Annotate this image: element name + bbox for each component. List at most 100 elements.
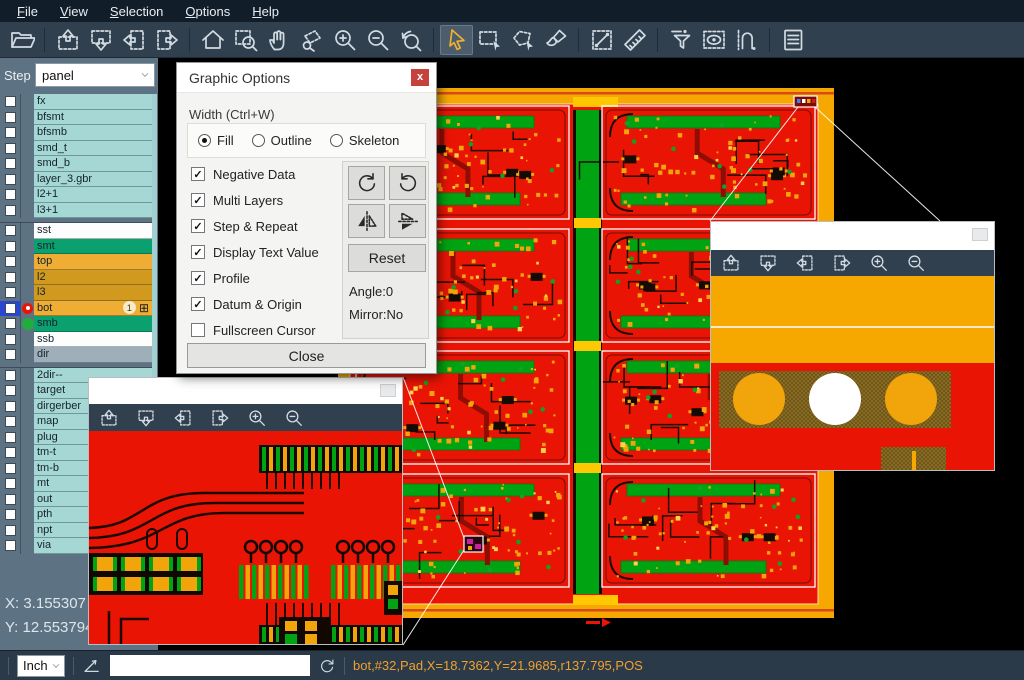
page-left-button[interactable]: [173, 408, 193, 428]
unit-select[interactable]: Inch: [17, 655, 65, 677]
page-down-button[interactable]: [758, 253, 778, 273]
menu-file[interactable]: File: [6, 2, 49, 21]
page-left-button[interactable]: [117, 25, 150, 55]
layer-item-layer-3-gbr[interactable]: layer_3.gbr: [34, 172, 152, 188]
rotate-cw-button[interactable]: [348, 166, 385, 200]
snap-button[interactable]: [730, 25, 763, 55]
layer-checkbox[interactable]: [5, 256, 16, 267]
flip-v-button[interactable]: [389, 204, 426, 238]
menu-selection[interactable]: Selection: [99, 2, 174, 21]
layer-checkbox[interactable]: [5, 540, 16, 551]
checkbox-profile[interactable]: ✓Profile: [191, 269, 250, 287]
checkbox-datum-origin[interactable]: ✓Datum & Origin: [191, 295, 302, 313]
polygon-select-button[interactable]: [506, 25, 539, 55]
rect-select-button[interactable]: [473, 25, 506, 55]
zoom-previous-button[interactable]: [394, 25, 427, 55]
layer-item-l3[interactable]: l3: [34, 285, 152, 301]
radio-outline[interactable]: Outline: [252, 133, 312, 148]
inset-pcb-view[interactable]: [89, 431, 402, 644]
open-folder-button[interactable]: [5, 25, 38, 55]
step-select[interactable]: panel: [35, 63, 155, 87]
page-up-button[interactable]: [99, 408, 119, 428]
layer-checkbox[interactable]: [5, 158, 16, 169]
layers-form-button[interactable]: [776, 25, 809, 55]
layer-item-fx[interactable]: fx: [34, 94, 152, 110]
layer-checkbox[interactable]: [5, 478, 16, 489]
rotate-ccw-button[interactable]: [389, 166, 426, 200]
layer-item-top[interactable]: top: [34, 254, 152, 270]
view-options-button[interactable]: [697, 25, 730, 55]
menu-view[interactable]: View: [49, 2, 99, 21]
brush-button[interactable]: [539, 25, 572, 55]
zoom-in-button[interactable]: [328, 25, 361, 55]
layer-checkbox[interactable]: [5, 385, 16, 396]
layer-item-bfsmb[interactable]: bfsmb: [34, 125, 152, 141]
layer-checkbox[interactable]: [5, 416, 16, 427]
layer-checkbox[interactable]: [5, 432, 16, 443]
layer-checkbox[interactable]: [5, 509, 16, 520]
select-cursor-button[interactable]: [440, 25, 473, 55]
layer-item-dir[interactable]: dir: [34, 347, 152, 363]
layer-item-bfsmt[interactable]: bfsmt: [34, 110, 152, 126]
checkbox-multi-layers[interactable]: ✓Multi Layers: [191, 191, 283, 209]
filter-button[interactable]: [664, 25, 697, 55]
layer-checkbox[interactable]: [5, 370, 16, 381]
layer-item-ssb[interactable]: ssb: [34, 332, 152, 348]
layer-item-sst[interactable]: sst: [34, 223, 152, 239]
page-up-button[interactable]: [721, 253, 741, 273]
layer-checkbox[interactable]: [5, 303, 16, 314]
layer-item-l2-1[interactable]: l2+1: [34, 187, 152, 203]
zoom-in-button[interactable]: [869, 253, 889, 273]
inset-window-button[interactable]: [380, 384, 396, 397]
zoom-window-button[interactable]: [229, 25, 262, 55]
pan-hand-button[interactable]: [262, 25, 295, 55]
layer-checkbox[interactable]: [5, 189, 16, 200]
layer-checkbox[interactable]: [5, 401, 16, 412]
checkbox-display-text-value[interactable]: ✓Display Text Value: [191, 243, 319, 261]
layer-checkbox[interactable]: [5, 349, 16, 360]
page-right-button[interactable]: [210, 408, 230, 428]
command-input[interactable]: [110, 655, 310, 676]
layer-checkbox[interactable]: [5, 318, 16, 329]
angle-ruler-icon[interactable]: [82, 656, 102, 676]
layer-checkbox[interactable]: [5, 174, 16, 185]
radio-skeleton[interactable]: Skeleton: [330, 133, 400, 148]
page-right-button[interactable]: [150, 25, 183, 55]
layer-checkbox[interactable]: [5, 334, 16, 345]
layer-checkbox[interactable]: [5, 96, 16, 107]
flip-h-button[interactable]: [348, 204, 385, 238]
layer-item-smd-b[interactable]: smd_b: [34, 156, 152, 172]
layer-item-smb[interactable]: smb: [34, 316, 152, 332]
radio-fill[interactable]: Fill: [198, 133, 234, 148]
zoom-out-button[interactable]: [284, 408, 304, 428]
page-right-button[interactable]: [832, 253, 852, 273]
inset-pcb-view[interactable]: [711, 276, 994, 470]
page-down-button[interactable]: [136, 408, 156, 428]
zoom-in-button[interactable]: [247, 408, 267, 428]
ruler-button[interactable]: [618, 25, 651, 55]
page-up-button[interactable]: [51, 25, 84, 55]
page-down-button[interactable]: [84, 25, 117, 55]
layer-checkbox[interactable]: [5, 494, 16, 505]
layer-item-smd-t[interactable]: smd_t: [34, 141, 152, 157]
zoom-out-button[interactable]: [361, 25, 394, 55]
layer-item-bot[interactable]: bot1⊞: [34, 301, 152, 317]
home-button[interactable]: [196, 25, 229, 55]
layer-checkbox[interactable]: [5, 463, 16, 474]
reset-button[interactable]: Reset: [348, 244, 426, 272]
menu-help[interactable]: Help: [241, 2, 290, 21]
zoom-out-button[interactable]: [906, 253, 926, 273]
layer-item-smt[interactable]: smt: [34, 239, 152, 255]
checkbox-negative-data[interactable]: ✓Negative Data: [191, 165, 295, 183]
measure-distance-button[interactable]: [585, 25, 618, 55]
close-icon[interactable]: x: [411, 69, 429, 86]
zoom-object-button[interactable]: [295, 25, 328, 55]
sync-icon[interactable]: [318, 657, 336, 675]
checkbox-step-repeat[interactable]: ✓Step & Repeat: [191, 217, 298, 235]
layer-checkbox[interactable]: [5, 127, 16, 138]
layer-checkbox[interactable]: [5, 525, 16, 536]
layer-checkbox[interactable]: [5, 241, 16, 252]
layer-checkbox[interactable]: [5, 225, 16, 236]
layer-checkbox[interactable]: [5, 272, 16, 283]
layer-checkbox[interactable]: [5, 143, 16, 154]
